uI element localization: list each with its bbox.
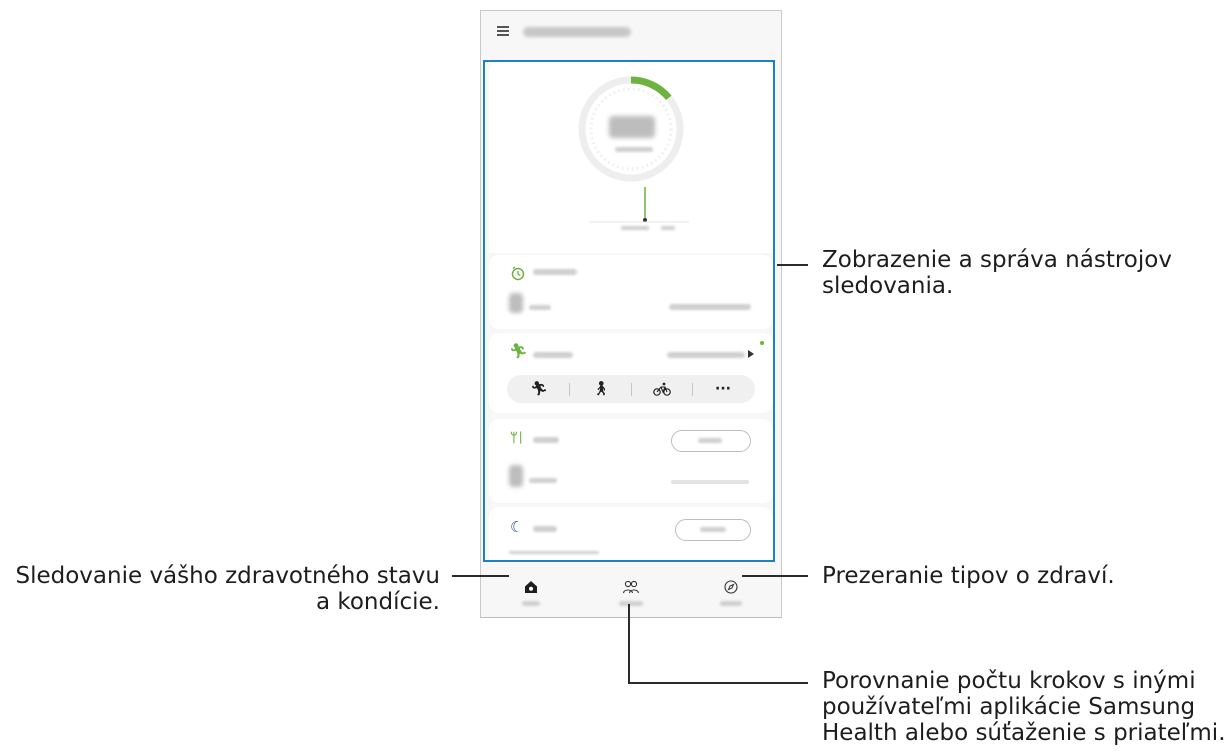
callout-text-line: Health alebo súťaženie s priateľmi. (822, 720, 1226, 746)
home-tab[interactable] (511, 571, 551, 611)
callout-text-line: a kondície. (315, 589, 440, 615)
callout-text-line: Zobrazenie a správa nástrojov (822, 247, 1172, 273)
callout-text-line: sledovania. (822, 273, 954, 299)
discover-callout-line (742, 575, 808, 577)
together-callout-line-vertical (628, 604, 630, 684)
app-header (481, 11, 781, 55)
tracking-callout: Zobrazenie a správa nástrojov sledovania… (822, 247, 1172, 299)
together-tab[interactable] (611, 571, 651, 611)
home-tab-label (522, 601, 540, 606)
callout-text-line: Prezeranie tipov o zdraví. (822, 563, 1115, 589)
hamburger-menu-icon[interactable] (497, 26, 509, 36)
app-title (523, 27, 631, 37)
callout-text-line: používateľmi aplikácie Samsung (822, 694, 1196, 720)
tracking-callout-line (777, 264, 808, 266)
discover-callout: Prezeranie tipov o zdraví. (822, 563, 1115, 589)
bottom-navigation (481, 563, 781, 617)
together-tab-label (619, 601, 643, 606)
compass-icon (724, 580, 738, 594)
callout-text-line: Sledovanie vášho zdravotného stavu (15, 563, 441, 589)
together-callout: Porovnanie počtu krokov s inými používat… (822, 668, 1226, 746)
home-callout: Sledovanie vášho zdravotného stavu a kon… (0, 563, 441, 615)
people-icon (622, 580, 640, 594)
home-icon (525, 581, 537, 593)
tracker-area-highlight (483, 60, 775, 562)
callout-text-line: Porovnanie počtu krokov s inými (822, 668, 1196, 694)
home-callout-line (452, 575, 509, 577)
together-callout-line-horizontal (628, 682, 808, 684)
discover-tab[interactable] (711, 571, 751, 611)
discover-tab-label (720, 601, 742, 606)
